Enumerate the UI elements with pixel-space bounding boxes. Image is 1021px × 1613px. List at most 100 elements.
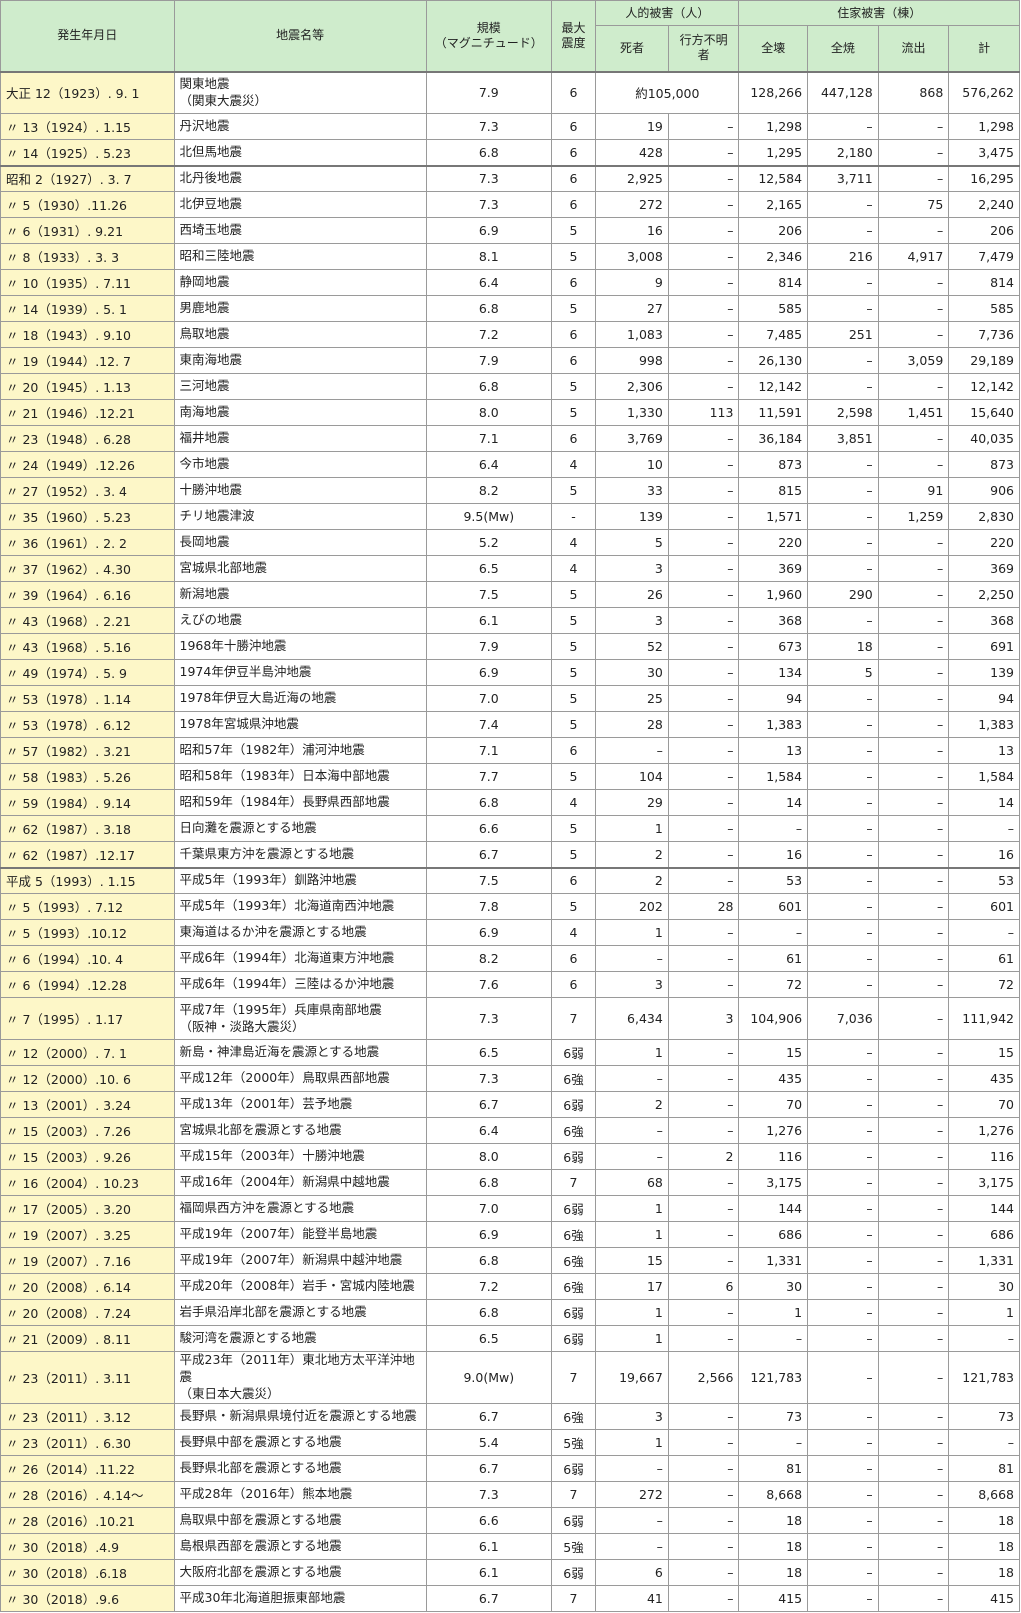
cell-earthquake-name: 平成30年北海道胆振東部地震 (173, 1584, 427, 1612)
cell-max-intensity: 5 (550, 893, 597, 920)
cell-missing: – (667, 113, 740, 140)
cell-date: 〃 35（1960）. 5.23 (0, 503, 175, 530)
table-row: 大正 12（1923）. 9. 1 関東地震 （関東大震災） 7.9 6 約105,00… (0, 70, 1020, 114)
cell-date: 〃 37（1962）. 4.30 (0, 555, 175, 582)
cell-earthquake-name: チリ地震津波 (173, 503, 427, 530)
cell-total-burn: – (807, 971, 879, 998)
cell-washed-away: – (877, 1558, 950, 1586)
cell-washed-away: – (877, 997, 950, 1040)
cell-dead: 33 (595, 477, 669, 504)
cell-washed-away: – (877, 425, 950, 452)
cell-total-collapse: 12,584 (738, 164, 809, 192)
cell-washed-away: 4,917 (877, 243, 950, 270)
cell-earthquake-name: 平成16年（2004年）新潟県中越地震 (173, 1169, 427, 1196)
cell-total-collapse: 1,298 (738, 113, 809, 140)
cell-date: 〃 23（2011）. 3.11 (0, 1351, 175, 1404)
cell-earthquake-name: 日向灘を震源とする地震 (173, 815, 427, 842)
cell-date: 〃 8（1933）. 3. 3 (0, 243, 175, 270)
cell-washed-away: – (877, 1143, 950, 1170)
cell-magnitude: 6.1 (425, 1532, 552, 1560)
cell-total: 691 (948, 633, 1020, 660)
cell-max-intensity: 5 (550, 373, 597, 400)
cell-date: 〃 30（2018）.9.6 (0, 1584, 175, 1612)
cell-total-collapse: 814 (738, 269, 809, 296)
cell-earthquake-name: 宮城県北部地震 (173, 555, 427, 582)
cell-washed-away: – (877, 1169, 950, 1196)
cell-max-intensity: 6弱 (550, 1143, 597, 1170)
cell-total-collapse: – (738, 815, 809, 842)
cell-washed-away: – (877, 451, 950, 478)
header-magnitude: 規模 （マグニチュード） (425, 0, 552, 72)
cell-total-collapse: 72 (738, 971, 809, 998)
cell-total-collapse: 2,346 (738, 243, 809, 270)
table-row: 〃 6（1994）.10. 4 平成6年（1994年）北海道東方沖地震 8.2 6– –… (0, 945, 1020, 972)
cell-earthquake-name: 平成6年（1994年）三陸はるか沖地震 (173, 971, 427, 998)
cell-dead: 3,769 (595, 425, 669, 452)
cell-total: 18 (948, 1532, 1020, 1560)
cell-total-collapse: 13 (738, 737, 809, 764)
cell-date: 〃 49（1974）. 5. 9 (0, 659, 175, 686)
cell-washed-away: – (877, 659, 950, 686)
cell-total: 1,276 (948, 1117, 1020, 1144)
cell-total-burn: – (807, 1480, 879, 1508)
cell-missing: – (667, 1428, 740, 1456)
cell-total: 53 (948, 866, 1020, 894)
cell-magnitude: 6.8 (425, 1247, 552, 1274)
cell-dead: 30 (595, 659, 669, 686)
cell-max-intensity: 6 (550, 737, 597, 764)
cell-total-burn: 2,180 (807, 139, 879, 166)
cell-total: 601 (948, 893, 1020, 920)
cell-total: 94 (948, 685, 1020, 712)
cell-washed-away: – (877, 841, 950, 868)
cell-magnitude: 6.9 (425, 1221, 552, 1248)
cell-magnitude: 7.4 (425, 711, 552, 738)
header-human-damage: 人的被害（人） (595, 0, 740, 26)
cell-dead: 19,667 (595, 1351, 669, 1404)
cell-washed-away: – (877, 1273, 950, 1300)
cell-missing: – (667, 607, 740, 634)
cell-total: 585 (948, 295, 1020, 322)
cell-missing: – (667, 139, 740, 166)
cell-magnitude: 7.0 (425, 685, 552, 712)
cell-magnitude: 6.7 (425, 1454, 552, 1482)
cell-dead: 3 (595, 1402, 669, 1430)
cell-total-collapse: 18 (738, 1532, 809, 1560)
cell-total: 13 (948, 737, 1020, 764)
cell-total: 30 (948, 1273, 1020, 1300)
cell-earthquake-name: 男鹿地震 (173, 295, 427, 322)
table-row: 〃 13（2001）. 3.24 平成13年（2001年）芸予地震 6.7 6弱 2–7… (0, 1091, 1020, 1118)
table-row: 〃 58（1983）. 5.26 昭和58年（1983年）日本海中部地震 7.7 5 1… (0, 763, 1020, 790)
cell-earthquake-name: 昭和三陸地震 (173, 243, 427, 270)
cell-dead: 1 (595, 1039, 669, 1066)
cell-total-collapse: 53 (738, 866, 809, 894)
table-row: 〃 30（2018）.6.18 大阪府北部を震源とする地震 6.1 6弱 6–18– –1… (0, 1558, 1020, 1586)
cell-earthquake-name: 1978年宮城県沖地震 (173, 711, 427, 738)
header-total-collapse: 全壊 (738, 25, 809, 72)
cell-total-collapse: 16 (738, 841, 809, 868)
cell-washed-away: – (877, 113, 950, 140)
cell-washed-away: – (877, 1325, 950, 1352)
cell-total-collapse: 12,142 (738, 373, 809, 400)
cell-max-intensity: 5 (550, 685, 597, 712)
cell-total-burn: 18 (807, 633, 879, 660)
cell-missing: – (667, 1247, 740, 1274)
cell-earthquake-name: 福井地震 (173, 425, 427, 452)
cell-earthquake-name: 南海地震 (173, 399, 427, 426)
table-row: 〃 30（2018）.9.6 平成30年北海道胆振東部地震 6.7 7 41–415– –… (0, 1584, 1020, 1612)
cell-date: 〃 14（1925）. 5.23 (0, 139, 175, 166)
table-row: 〃 19（2007）. 7.16 平成19年（2007年）新潟県中越沖地震 6.8 6… (0, 1247, 1020, 1274)
cell-total-burn: – (807, 763, 879, 790)
cell-magnitude: 8.1 (425, 243, 552, 270)
cell-washed-away: – (877, 919, 950, 946)
cell-total: 72 (948, 971, 1020, 998)
cell-total-burn: – (807, 347, 879, 374)
cell-total-collapse: 1,331 (738, 1247, 809, 1274)
cell-total: 70 (948, 1091, 1020, 1118)
cell-total-burn: – (807, 1091, 879, 1118)
table-row: 〃 23（2011）. 3.12 長野県・新潟県県境付近を震源とする地震 6.7 6強… (0, 1402, 1020, 1430)
cell-total-collapse: 1,960 (738, 581, 809, 608)
cell-date: 〃 19（2007）. 3.25 (0, 1221, 175, 1248)
table-row: 〃 53（1978）. 6.12 1978年宮城県沖地震 7.4 5 28–1,383–… (0, 711, 1020, 738)
cell-total-burn: – (807, 737, 879, 764)
cell-dead: 998 (595, 347, 669, 374)
